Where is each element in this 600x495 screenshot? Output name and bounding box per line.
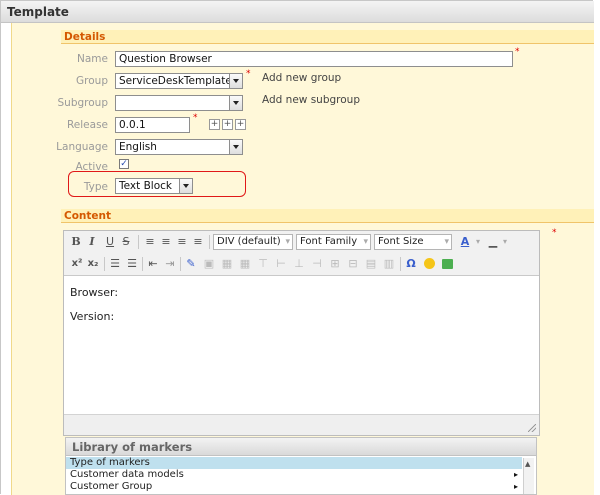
emoticon-icon[interactable] xyxy=(422,257,436,271)
content-required-mark: * xyxy=(552,228,557,238)
name-label: Name xyxy=(77,53,108,65)
toolbar-separator xyxy=(400,257,401,271)
marker-library: Library of markers Type of markers Custo… xyxy=(65,437,537,495)
align-center-icon[interactable]: ≡ xyxy=(160,235,172,249)
bullet-list-icon[interactable]: ☰ xyxy=(109,257,121,271)
insert-row-icon[interactable]: ⊤ xyxy=(256,257,270,271)
editor-toolbar-row-2: x² x₂ ☰ ☰ ⇤ ⇥ ✎ ▣ ▦ ▦ ⊤ ⊢ ⊥ ⊣ ⊞ ⊟ ▤ ▥ Ω xyxy=(64,253,539,276)
release-label: Release xyxy=(66,119,108,131)
editor-line-version[interactable]: Version: xyxy=(70,310,114,323)
release-increment-patch-button[interactable]: + xyxy=(235,119,246,130)
indent-icon[interactable]: ⇥ xyxy=(164,257,176,271)
group-select-value: ServiceDeskTemplates xyxy=(119,75,238,87)
rich-text-editor[interactable]: B I U S ≡ ≡ ≡ ≡ DIV (default) Font Famil… xyxy=(63,230,540,436)
strikethrough-button[interactable]: S xyxy=(120,235,132,249)
subgroup-select[interactable] xyxy=(115,95,243,111)
media-icon[interactable] xyxy=(440,257,454,271)
editor-toolbar-row-1: B I U S ≡ ≡ ≡ ≡ DIV (default) Font Famil… xyxy=(64,231,539,253)
chevron-down-icon[interactable] xyxy=(229,139,243,155)
chevron-down-icon[interactable]: ▾ xyxy=(501,235,509,249)
release-required-mark: * xyxy=(193,113,198,123)
table-properties-icon[interactable]: ▦ xyxy=(238,257,252,271)
editor-line-browser[interactable]: Browser: xyxy=(70,286,118,299)
group-required-mark: * xyxy=(246,69,251,79)
cell-properties-icon[interactable]: ▥ xyxy=(382,257,396,271)
resize-handle-icon[interactable] xyxy=(528,424,536,432)
insert-image-icon[interactable]: ▣ xyxy=(202,257,216,271)
subgroup-label: Subgroup xyxy=(57,97,108,109)
edit-html-icon[interactable]: ✎ xyxy=(184,257,198,271)
library-scrollbar[interactable]: ▲ xyxy=(523,458,534,494)
group-label: Group xyxy=(76,75,108,87)
release-increment-major-button[interactable]: + xyxy=(209,119,220,130)
name-required-mark: * xyxy=(515,47,520,57)
outdent-icon[interactable]: ⇤ xyxy=(147,257,159,271)
active-checkbox[interactable]: ✓ xyxy=(119,159,129,169)
content-section-header: Content xyxy=(61,209,594,223)
marker-library-title: Library of markers xyxy=(66,438,536,456)
library-row-label: Customer Group xyxy=(70,481,153,492)
expand-arrow-icon[interactable]: ▸ xyxy=(514,469,518,481)
release-field[interactable]: 0.0.1 xyxy=(115,117,190,133)
chevron-down-icon[interactable]: ▾ xyxy=(474,235,482,249)
align-left-icon[interactable]: ≡ xyxy=(144,235,156,249)
split-cells-icon[interactable]: ⊟ xyxy=(346,257,360,271)
add-new-group-link[interactable]: Add new group xyxy=(262,72,341,84)
align-justify-icon[interactable]: ≡ xyxy=(192,235,204,249)
name-field[interactable]: Question Browser xyxy=(115,51,513,67)
toolbar-separator xyxy=(138,235,139,249)
subscript-button[interactable]: x₂ xyxy=(86,257,100,271)
release-increment-minor-button[interactable]: + xyxy=(222,119,233,130)
delete-column-icon[interactable]: ⊣ xyxy=(310,257,324,271)
toolbar-separator xyxy=(209,235,210,249)
library-row-label: Type of markers xyxy=(70,457,150,468)
editor-statusbar xyxy=(64,414,539,435)
bold-button[interactable]: B xyxy=(70,235,82,249)
group-select[interactable]: ServiceDeskTemplates xyxy=(115,73,243,89)
font-size-select[interactable]: Font Size xyxy=(374,234,452,250)
background-color-icon[interactable]: ▁ xyxy=(486,235,500,249)
language-select-value: English xyxy=(119,141,157,153)
row-properties-icon[interactable]: ▤ xyxy=(364,257,378,271)
language-select[interactable]: English xyxy=(115,139,243,155)
toolbar-separator xyxy=(142,257,143,271)
align-right-icon[interactable]: ≡ xyxy=(176,235,188,249)
italic-button[interactable]: I xyxy=(86,235,98,249)
text-color-icon[interactable]: A xyxy=(458,235,472,249)
library-row-customer-group[interactable]: Customer Group ▸ xyxy=(66,481,522,493)
underline-button[interactable]: U xyxy=(104,235,116,249)
library-row-type-of-markers[interactable]: Type of markers xyxy=(66,457,522,469)
scroll-up-icon[interactable]: ▲ xyxy=(525,460,530,468)
language-label: Language xyxy=(56,141,108,153)
library-row-label: Customer data models xyxy=(70,469,184,480)
chevron-down-icon[interactable] xyxy=(229,95,243,111)
font-family-select[interactable]: Font Family xyxy=(296,234,371,250)
insert-table-icon[interactable]: ▦ xyxy=(220,257,234,271)
insert-column-icon[interactable]: ⊢ xyxy=(274,257,288,271)
special-character-button[interactable]: Ω xyxy=(404,257,418,271)
format-select[interactable]: DIV (default) xyxy=(213,234,293,250)
template-window: Template Details Name Question Browser *… xyxy=(0,0,594,495)
library-row-customer-data-models[interactable]: Customer data models ▸ xyxy=(66,469,522,481)
superscript-button[interactable]: x² xyxy=(70,257,84,271)
window-titlebar: Template xyxy=(1,1,594,23)
expand-arrow-icon[interactable]: ▸ xyxy=(514,481,518,493)
chevron-down-icon[interactable] xyxy=(229,73,243,89)
window-title: Template xyxy=(7,5,69,19)
merge-cells-icon[interactable]: ⊞ xyxy=(328,257,342,271)
numbered-list-icon[interactable]: ☰ xyxy=(126,257,138,271)
type-field-highlight xyxy=(68,171,246,197)
details-section-header: Details xyxy=(61,30,594,44)
delete-row-icon[interactable]: ⊥ xyxy=(292,257,306,271)
toolbar-separator xyxy=(104,257,105,271)
toolbar-separator xyxy=(180,257,181,271)
add-new-subgroup-link[interactable]: Add new subgroup xyxy=(262,94,360,106)
